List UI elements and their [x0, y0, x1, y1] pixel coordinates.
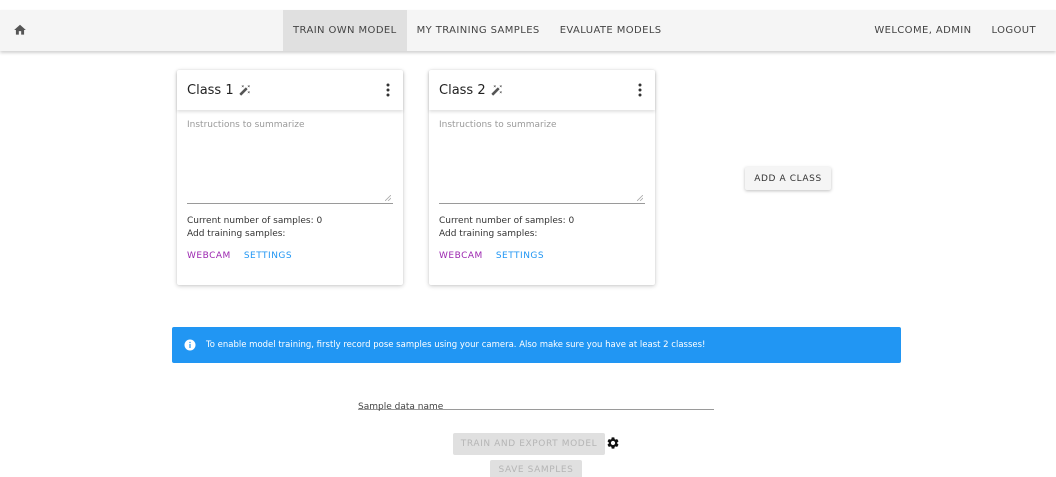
- class-card-header: Class 1: [177, 70, 403, 110]
- nav-user-area: WELCOME, ADMIN LOGOUT: [864, 10, 1046, 51]
- train-export-button[interactable]: TRAIN AND EXPORT MODEL: [453, 433, 605, 455]
- logout-link[interactable]: LOGOUT: [981, 10, 1046, 51]
- instructions-field-wrap: [439, 120, 645, 204]
- instructions-textarea[interactable]: [187, 120, 393, 203]
- save-samples-button[interactable]: SAVE SAMPLES: [490, 460, 582, 477]
- sample-count-text: Current number of samples: 0: [439, 216, 575, 226]
- more-vert-icon[interactable]: [638, 83, 642, 97]
- class-name: Class 1: [187, 82, 234, 98]
- card-actions: WEBCAM SETTINGS: [439, 251, 655, 261]
- instructions-field-wrap: [187, 120, 393, 204]
- class-card: Class 2 Current number of samples: 0 Add…: [429, 70, 655, 285]
- nav-tabs: TRAIN OWN MODEL MY TRAINING SAMPLES EVAL…: [283, 10, 672, 51]
- resize-grip-icon[interactable]: [385, 195, 391, 201]
- class-card-header: Class 2: [429, 70, 655, 110]
- card-actions: WEBCAM SETTINGS: [187, 251, 403, 261]
- alert-text: To enable model training, firstly record…: [206, 340, 706, 350]
- top-navbar: TRAIN OWN MODEL MY TRAINING SAMPLES EVAL…: [0, 10, 1056, 51]
- add-samples-label: Add training samples:: [439, 229, 538, 239]
- tab-evaluate-models[interactable]: EVALUATE MODELS: [550, 10, 672, 51]
- settings-button[interactable]: SETTINGS: [244, 251, 292, 261]
- add-samples-label: Add training samples:: [187, 229, 286, 239]
- welcome-user-link[interactable]: WELCOME, ADMIN: [864, 10, 981, 51]
- resize-grip-icon[interactable]: [637, 195, 643, 201]
- more-vert-icon[interactable]: [386, 83, 390, 97]
- edit-name-icon[interactable]: [239, 84, 251, 96]
- info-alert: To enable model training, firstly record…: [172, 327, 901, 363]
- class-name: Class 2: [439, 82, 486, 98]
- webcam-button[interactable]: WEBCAM: [187, 251, 231, 261]
- sample-name-field-wrap: [358, 394, 714, 415]
- class-card: Class 1 Current number of samples: 0 Add…: [177, 70, 403, 285]
- gear-icon[interactable]: [606, 436, 620, 450]
- edit-name-icon[interactable]: [491, 84, 503, 96]
- settings-button[interactable]: SETTINGS: [496, 251, 544, 261]
- webcam-button[interactable]: WEBCAM: [439, 251, 483, 261]
- home-icon[interactable]: [13, 23, 27, 37]
- tab-my-training-samples[interactable]: MY TRAINING SAMPLES: [407, 10, 550, 51]
- sample-name-input[interactable]: [358, 399, 714, 415]
- info-icon: [184, 339, 196, 351]
- sample-count-text: Current number of samples: 0: [187, 216, 323, 226]
- add-class-button[interactable]: ADD A CLASS: [745, 167, 831, 190]
- tab-train-own-model[interactable]: TRAIN OWN MODEL: [283, 10, 407, 51]
- instructions-textarea[interactable]: [439, 120, 645, 203]
